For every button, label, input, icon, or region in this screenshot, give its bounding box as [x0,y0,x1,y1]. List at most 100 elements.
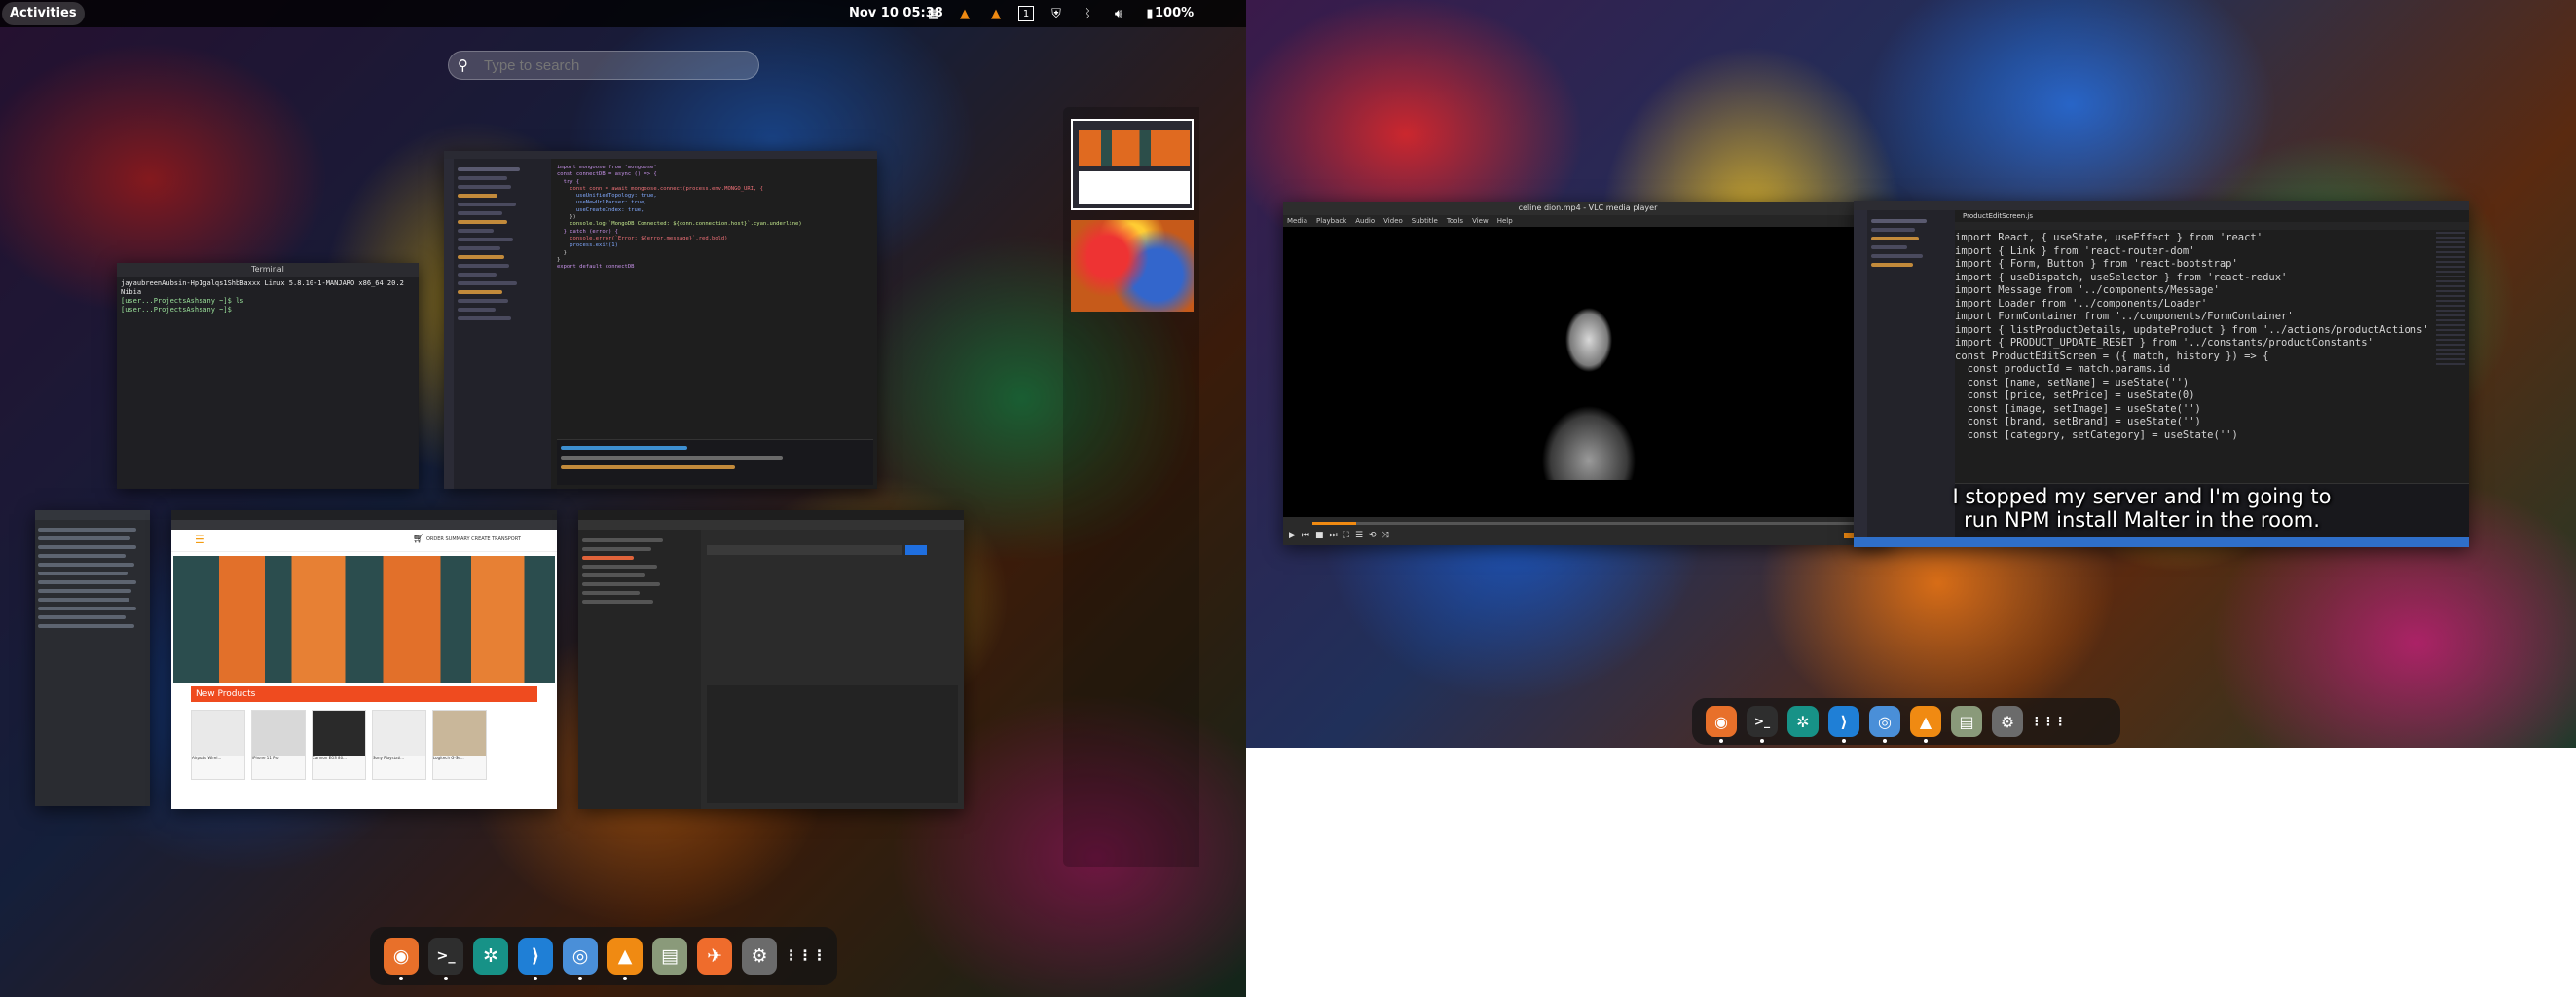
product-card[interactable]: Airpods Wirel... [191,710,245,780]
dock-terminal-icon[interactable]: >_ [428,938,463,980]
terminal-titlebar[interactable]: Terminal [117,263,419,277]
menu-help[interactable]: Help [1497,215,1513,227]
code-line: import React, { useState, useEffect } fr… [1955,232,2263,243]
dock-gitkraken-icon[interactable]: ✲ [473,938,508,975]
workspace-thumbnail-1[interactable] [1071,119,1194,210]
menu-playback[interactable]: Playback [1316,215,1346,227]
product-grid: Airpods Wirel... iPhone 11 Pro Cannon EO… [191,710,537,780]
bluetooth-icon[interactable]: ᛒ [1079,5,1096,22]
vlc-titlebar[interactable]: celine dion.mp4 - VLC media player [1283,202,1893,215]
product-card[interactable]: Logitech G-Se... [432,710,487,780]
code-line: useCreateIndex: true, [557,206,644,213]
video-subject [1530,285,1647,480]
menu-video[interactable]: Video [1383,215,1403,227]
menu-subtitle[interactable]: Subtitle [1412,215,1438,227]
playlist-icon[interactable]: ☰ [1355,531,1363,540]
loop-icon[interactable]: ⟲ [1369,531,1377,540]
code-line: } [557,256,561,263]
dock-firefox-icon[interactable]: ◉ [384,938,419,980]
file-explorer [454,159,551,489]
activities-button[interactable]: Activities [2,2,85,25]
menu-audio[interactable]: Audio [1355,215,1375,227]
system-tray: ▦ ▲ ▲ 1 ⛨ ᛒ 🔊︎ ▮ [925,4,1159,23]
vlc-menubar: Media Playback Audio Video Subtitle Tool… [1283,215,1893,227]
integrated-terminal[interactable] [557,439,873,485]
workspace-indicator[interactable]: 1 [1018,6,1034,21]
dock-postman-icon[interactable]: ✈ [697,938,732,975]
vscode-window-left[interactable]: import mongoose from 'mongoose' const co… [444,151,877,489]
editor-tab[interactable]: ProductEditScreen.js [1955,210,2042,222]
code-line: useNewUrlParser: true, [557,200,647,206]
vlc-tray-icon[interactable]: ▲ [956,5,974,22]
video-subtitle: I stopped my server and I'm going to run… [1937,485,2346,532]
dock-vlc-icon[interactable]: ▲ [607,938,643,980]
terminal-window[interactable]: Terminal jayaubreenAubsin-Hp1galqs1ShbBa… [117,263,419,489]
dock-settings-icon[interactable]: ⚙ [742,938,777,975]
battery-percent: 100% [1155,6,1195,20]
search-input[interactable] [448,51,759,80]
status-bar [1854,537,2469,547]
code-line: import { Link } from 'react-router-dom' [1955,244,2195,257]
terminal-line: [user...ProjectsAshsany ~]$ [121,306,232,314]
vlc-window[interactable]: celine dion.mp4 - VLC media player Media… [1283,202,1893,545]
code-line: try { [557,178,580,185]
code-line: import Message from '../components/Messa… [1955,284,2220,296]
dock-firefox-icon[interactable]: ◉ [1706,706,1737,743]
dock-chromium-icon[interactable]: ◎ [563,938,598,980]
vlc-title: celine dion.mp4 - VLC media player [1518,203,1658,212]
code-line: }) [557,214,576,221]
play-icon[interactable]: ▶ [1289,531,1296,540]
menu-view[interactable]: View [1472,215,1489,227]
cart-label[interactable]: ORDER SUMMARY CREATE TRANSPORT [426,536,521,542]
top-bar: Activities Nov 10 05:38 ▦ ▲ ▲ 1 ⛨ ᛒ 🔊︎ ▮… [0,0,1246,27]
dock-vlc-icon[interactable]: ▲ [1910,706,1941,743]
section-title: New Products [191,686,537,702]
workspace-thumbnail-2[interactable] [1071,220,1194,312]
dock-chromium-icon[interactable]: ◎ [1869,706,1900,743]
shop-logo-icon[interactable]: ☰ [195,533,205,546]
dock-files-icon[interactable]: ▤ [652,938,687,975]
minimap[interactable] [2436,232,2465,368]
cart-icon[interactable]: 🛒︎ [413,535,423,544]
vlc-tray-icon-2[interactable]: ▲ [987,5,1005,22]
code-line: import FormContainer from '../components… [1955,311,2294,322]
product-card[interactable]: iPhone 11 Pro [251,710,306,780]
code-line: const [price, setPrice] = useState(0) [1955,389,2195,401]
code-line: process.exit(1) [557,242,618,249]
code-line: const connectDB = async () => { [557,171,657,178]
code-line: import Loader from '../components/Loader… [1955,297,2208,310]
list-window[interactable] [35,510,150,806]
code-editor-right[interactable]: import React, { useState, useEffect } fr… [1955,232,2430,442]
code-line: const [image, setImage] = useState('') [1955,402,2201,415]
shuffle-icon[interactable]: ⤨ [1382,531,1389,540]
dock-vscode-icon[interactable]: ⟩ [518,938,553,980]
dock-gitkraken-icon[interactable]: ✲ [1787,706,1819,737]
menu-media[interactable]: Media [1287,215,1307,227]
video-frame[interactable] [1283,227,1893,517]
terminal-line: [user...ProjectsAshsany ~]$ ls [121,297,244,305]
prev-icon[interactable]: ⏮ [1302,531,1309,540]
shop-header: ☰ 🛒︎ ORDER SUMMARY CREATE TRANSPORT [171,530,557,552]
stop-icon[interactable]: ■ [1315,531,1324,540]
product-card[interactable]: Cannon EOS 80... [312,710,366,780]
code-editor[interactable]: import mongoose from 'mongoose' const co… [557,165,873,359]
fullscreen-icon[interactable]: ⛶ [1343,531,1349,540]
next-icon[interactable]: ⏭ [1330,531,1338,540]
dock-terminal-icon[interactable]: >_ [1747,706,1778,743]
code-line: console.error(`Error: ${error.message}`.… [557,235,728,241]
code-line: const ProductEditScreen = ({ match, hist… [1955,350,2269,362]
volume-icon[interactable]: 🔊︎ [1110,5,1127,22]
shield-icon[interactable]: ⛨ [1048,5,1065,22]
screenshot-icon[interactable]: ▦ [925,5,942,22]
postman-window[interactable] [578,510,964,809]
dock-show-apps-icon[interactable]: ⋮⋮⋮ [2031,706,2066,737]
seek-bar[interactable] [1312,522,1858,525]
menu-tools[interactable]: Tools [1447,215,1463,227]
dock-vscode-icon[interactable]: ⟩ [1828,706,1859,743]
dock-settings-icon[interactable]: ⚙ [1992,706,2023,737]
product-card[interactable]: Sony Playstati... [372,710,426,780]
dock-files-icon[interactable]: ▤ [1951,706,1982,737]
send-button[interactable] [905,545,927,555]
dock-show-apps-icon[interactable]: ⋮⋮⋮ [784,938,826,975]
browser-window[interactable]: ☰ 🛒︎ ORDER SUMMARY CREATE TRANSPORT New … [171,510,557,809]
